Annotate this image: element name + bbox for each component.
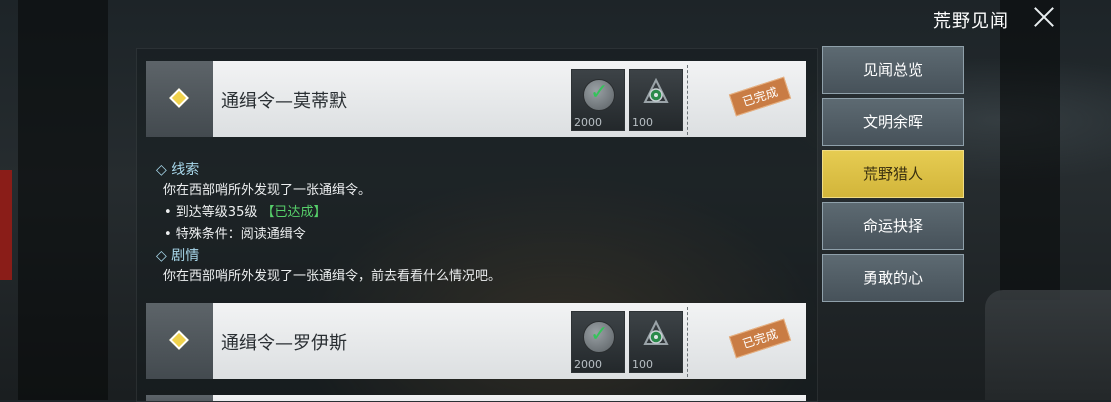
background-tree bbox=[1000, 0, 1060, 300]
quest-name: 通缉令—莫蒂默 bbox=[221, 91, 347, 112]
requirement-special: • 特殊条件：阅读通缉令 bbox=[164, 227, 306, 242]
reward-slot-emblem[interactable]: 100 bbox=[629, 69, 683, 131]
nav-fate-choice[interactable]: 命运抉择 bbox=[822, 202, 964, 250]
reward-amount: 2000 bbox=[574, 116, 602, 129]
divider bbox=[687, 65, 689, 135]
completed-stamp: 已完成 bbox=[728, 318, 792, 359]
quest-icon-box bbox=[146, 395, 213, 401]
reward-amount: 100 bbox=[632, 358, 653, 371]
quest-card-partial[interactable] bbox=[146, 395, 806, 401]
page-title: 荒野见闻 bbox=[933, 11, 1009, 32]
reward-slot-emblem[interactable]: 100 bbox=[629, 311, 683, 373]
divider bbox=[687, 307, 689, 377]
hunter-emblem-icon bbox=[643, 320, 669, 345]
close-icon[interactable] bbox=[1031, 4, 1057, 30]
reward-amount: 2000 bbox=[574, 358, 602, 371]
background-vehicle bbox=[985, 290, 1111, 400]
quest-icon-box bbox=[146, 303, 213, 379]
quest-card[interactable]: 通缉令—罗伊斯 2000 100 已完成 bbox=[146, 303, 806, 379]
nav-overview[interactable]: 见闻总览 bbox=[822, 46, 964, 94]
quest-name: 通缉令—罗伊斯 bbox=[221, 333, 347, 354]
diamond-icon bbox=[169, 330, 189, 350]
nav-civilization[interactable]: 文明余晖 bbox=[822, 98, 964, 146]
requirement-level: • 到达等级35级 【已达成】 bbox=[164, 201, 327, 220]
story-heading: ◇ 剧情 bbox=[156, 248, 200, 264]
background-tree bbox=[18, 0, 108, 400]
reward-slot-coin[interactable]: 2000 bbox=[571, 69, 625, 131]
clue-text: 你在西部哨所外发现了一张通缉令。 bbox=[163, 183, 372, 198]
quest-card[interactable]: 通缉令—莫蒂默 2000 100 已完成 bbox=[146, 61, 806, 137]
nav-brave-heart[interactable]: 勇敢的心 bbox=[822, 254, 964, 302]
reward-slot-coin[interactable]: 2000 bbox=[571, 311, 625, 373]
story-text: 你在西部哨所外发现了一张通缉令，前去看看什么情况吧。 bbox=[163, 269, 502, 284]
diamond-icon bbox=[169, 88, 189, 108]
requirement-achieved: 【已达成】 bbox=[261, 205, 327, 220]
quest-detail: ◇ 线索 你在西部哨所外发现了一张通缉令。 • 到达等级35级 【已达成】 • … bbox=[146, 139, 806, 287]
completed-stamp: 已完成 bbox=[728, 76, 792, 117]
nav-wild-hunter[interactable]: 荒野猎人 bbox=[822, 150, 964, 198]
check-coin-icon bbox=[583, 321, 615, 353]
clue-heading: ◇ 线索 bbox=[156, 162, 200, 178]
quest-icon-box bbox=[146, 61, 213, 137]
requirement-level-text: • 到达等级35级 bbox=[164, 205, 258, 220]
check-coin-icon bbox=[583, 79, 615, 111]
quest-list-panel[interactable]: 通缉令—莫蒂默 2000 100 已完成 ◇ 线索 你在西部哨所外发现了一张通缉… bbox=[136, 48, 818, 402]
hunter-emblem-icon bbox=[643, 78, 669, 103]
reward-amount: 100 bbox=[632, 116, 653, 129]
background-red-vehicle bbox=[0, 170, 12, 280]
